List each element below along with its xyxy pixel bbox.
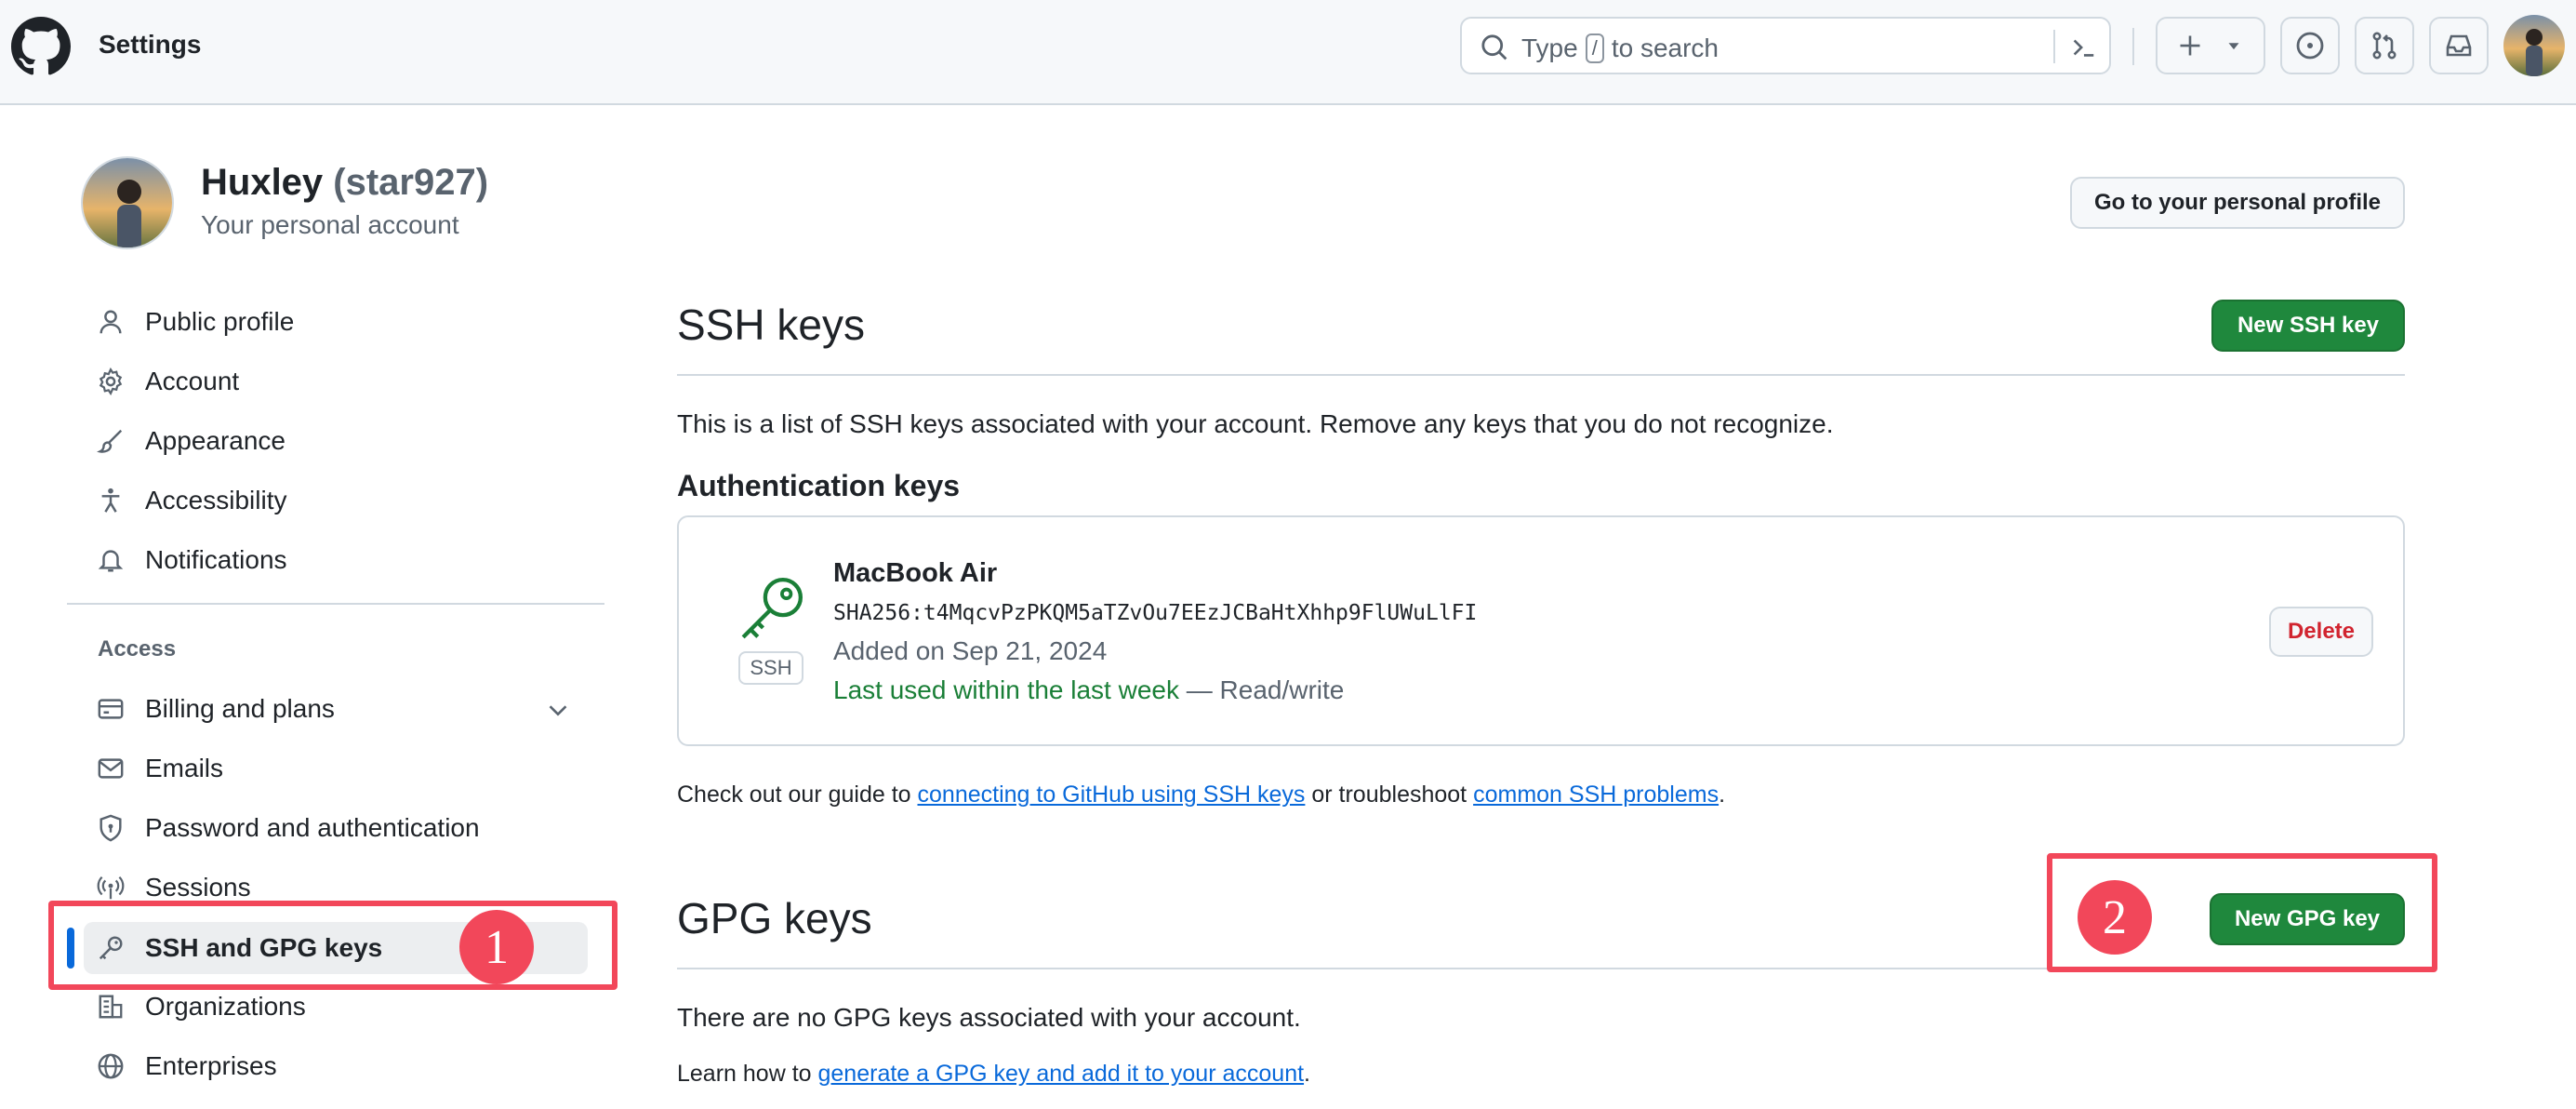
new-ssh-key-button[interactable]: New SSH key bbox=[2211, 300, 2405, 352]
pull-requests-button[interactable] bbox=[2355, 17, 2414, 74]
search-placeholder: Type / to search bbox=[1521, 33, 1719, 63]
sidebar-item-label: Password and authentication bbox=[145, 813, 480, 842]
sidebar-item-label: Emails bbox=[145, 754, 224, 782]
globe-icon bbox=[95, 1050, 126, 1082]
account-handle: (star927) bbox=[333, 162, 489, 203]
top-header: Settings Type / to search bbox=[0, 0, 2576, 105]
chevron-down-icon[interactable] bbox=[544, 696, 572, 724]
github-logo-icon[interactable] bbox=[11, 17, 71, 76]
sidebar-item-emails[interactable]: Emails bbox=[84, 742, 586, 795]
sidebar-item-label: Organizations bbox=[145, 992, 306, 1021]
generate-gpg-key-link[interactable]: generate a GPG key and add it to your ac… bbox=[818, 1061, 1305, 1087]
learn-prefix: Learn how to bbox=[677, 1061, 812, 1087]
command-palette-icon[interactable] bbox=[2068, 33, 2098, 61]
page-title: Settings bbox=[99, 30, 202, 59]
gpg-empty-text: There are no GPG keys associated with yo… bbox=[677, 1003, 1301, 1032]
accessibility-icon bbox=[95, 485, 126, 516]
avatar-image bbox=[83, 158, 172, 247]
account-subtitle: Your personal account bbox=[201, 210, 459, 239]
search-suffix: to search bbox=[1611, 33, 1719, 62]
sidebar-heading-access: Access bbox=[98, 636, 177, 661]
search-divider bbox=[2053, 30, 2055, 63]
bell-icon bbox=[95, 544, 126, 576]
mail-icon bbox=[95, 753, 126, 784]
learn-suffix: . bbox=[1304, 1061, 1310, 1087]
account-name: Huxley (star927) bbox=[201, 162, 488, 204]
sidebar-divider bbox=[67, 603, 604, 605]
plus-icon bbox=[2180, 35, 2200, 56]
sidebar-item-notifications[interactable]: Notifications bbox=[84, 534, 586, 586]
gpg-keys-heading: GPG keys bbox=[677, 894, 872, 942]
access-level: — Read/write bbox=[1186, 675, 1345, 704]
issue-opened-icon bbox=[2296, 32, 2324, 60]
create-new-button[interactable] bbox=[2156, 17, 2265, 74]
ssh-section-divider bbox=[677, 374, 2405, 376]
sidebar-item-label: Appearance bbox=[145, 426, 286, 455]
ssh-key-title: MacBook Air bbox=[833, 558, 998, 588]
ssh-keys-heading: SSH keys bbox=[677, 301, 865, 349]
guide-suffix: . bbox=[1719, 782, 1726, 808]
guide-middle: or troubleshoot bbox=[1311, 782, 1467, 808]
search-prefix: Type bbox=[1521, 33, 1578, 62]
issues-button[interactable] bbox=[2280, 17, 2340, 74]
account-display-name: Huxley bbox=[201, 162, 324, 203]
inbox-icon bbox=[2446, 34, 2472, 57]
connecting-ssh-guide-link[interactable]: connecting to GitHub using SSH keys bbox=[918, 782, 1306, 808]
triangle-down-icon bbox=[2228, 43, 2239, 50]
sidebar-item-label: Billing and plans bbox=[145, 694, 335, 723]
annotation-number-1: 1 bbox=[459, 910, 534, 984]
authentication-keys-heading: Authentication keys bbox=[677, 469, 961, 502]
guide-prefix: Check out our guide to bbox=[677, 782, 911, 808]
search-shortcut-key: / bbox=[1585, 33, 1604, 63]
sidebar-item-accessibility[interactable]: Accessibility bbox=[84, 474, 586, 527]
broadcast-icon bbox=[95, 872, 126, 903]
user-avatar-menu[interactable] bbox=[2503, 15, 2565, 76]
sidebar-item-label: Account bbox=[145, 367, 240, 395]
ssh-guide-text: Check out our guide to connecting to Git… bbox=[677, 782, 1725, 808]
delete-ssh-key-button[interactable]: Delete bbox=[2269, 607, 2373, 657]
person-icon bbox=[95, 306, 126, 338]
sidebar-item-password[interactable]: Password and authentication bbox=[84, 802, 586, 854]
ssh-description: This is a list of SSH keys associated wi… bbox=[677, 409, 1834, 438]
organization-icon bbox=[95, 991, 126, 1022]
key-icon bbox=[741, 577, 803, 639]
ssh-key-last-used: Last used within the last week — Read/wr… bbox=[833, 675, 1344, 705]
shield-lock-icon bbox=[95, 812, 126, 844]
gpg-learn-text: Learn how to generate a GPG key and add … bbox=[677, 1061, 1310, 1088]
ssh-badge: SSH bbox=[738, 651, 803, 685]
sidebar-item-public-profile[interactable]: Public profile bbox=[84, 296, 586, 348]
search-input[interactable]: Type / to search bbox=[1460, 17, 2111, 74]
sidebar-item-label: Enterprises bbox=[145, 1051, 277, 1080]
header-separator bbox=[2132, 28, 2134, 65]
inbox-button[interactable] bbox=[2429, 17, 2489, 74]
sidebar-item-label: Notifications bbox=[145, 545, 287, 574]
sidebar-item-label: Accessibility bbox=[145, 486, 287, 514]
ssh-key-item: SSH MacBook Air SHA256:t4MqcvPzPKQM5aTZv… bbox=[677, 515, 2405, 746]
credit-card-icon bbox=[95, 693, 126, 725]
go-to-profile-button[interactable]: Go to your personal profile bbox=[2070, 177, 2405, 229]
gear-icon bbox=[95, 366, 126, 397]
sidebar-item-label: Public profile bbox=[145, 307, 295, 336]
sidebar-item-billing[interactable]: Billing and plans bbox=[84, 683, 586, 735]
ssh-key-fingerprint: SHA256:t4MqcvPzPKQM5aTZvOu7EEzJCBaHtXhhp… bbox=[833, 601, 1478, 625]
sidebar-item-appearance[interactable]: Appearance bbox=[84, 415, 586, 467]
sidebar-item-label: Sessions bbox=[145, 873, 251, 902]
sidebar-item-account[interactable]: Account bbox=[84, 355, 586, 408]
profile-avatar bbox=[81, 156, 174, 249]
git-pull-request-icon bbox=[2372, 32, 2397, 60]
annotation-number-2: 2 bbox=[2078, 880, 2152, 955]
last-used-text: Last used within the last week bbox=[833, 675, 1179, 704]
search-icon bbox=[1481, 34, 1507, 60]
common-ssh-problems-link[interactable]: common SSH problems bbox=[1473, 782, 1719, 808]
paintbrush-icon bbox=[95, 425, 126, 457]
ssh-key-added-date: Added on Sep 21, 2024 bbox=[833, 636, 1108, 665]
avatar bbox=[2503, 15, 2565, 76]
sidebar-item-enterprises[interactable]: Enterprises bbox=[84, 1040, 586, 1092]
